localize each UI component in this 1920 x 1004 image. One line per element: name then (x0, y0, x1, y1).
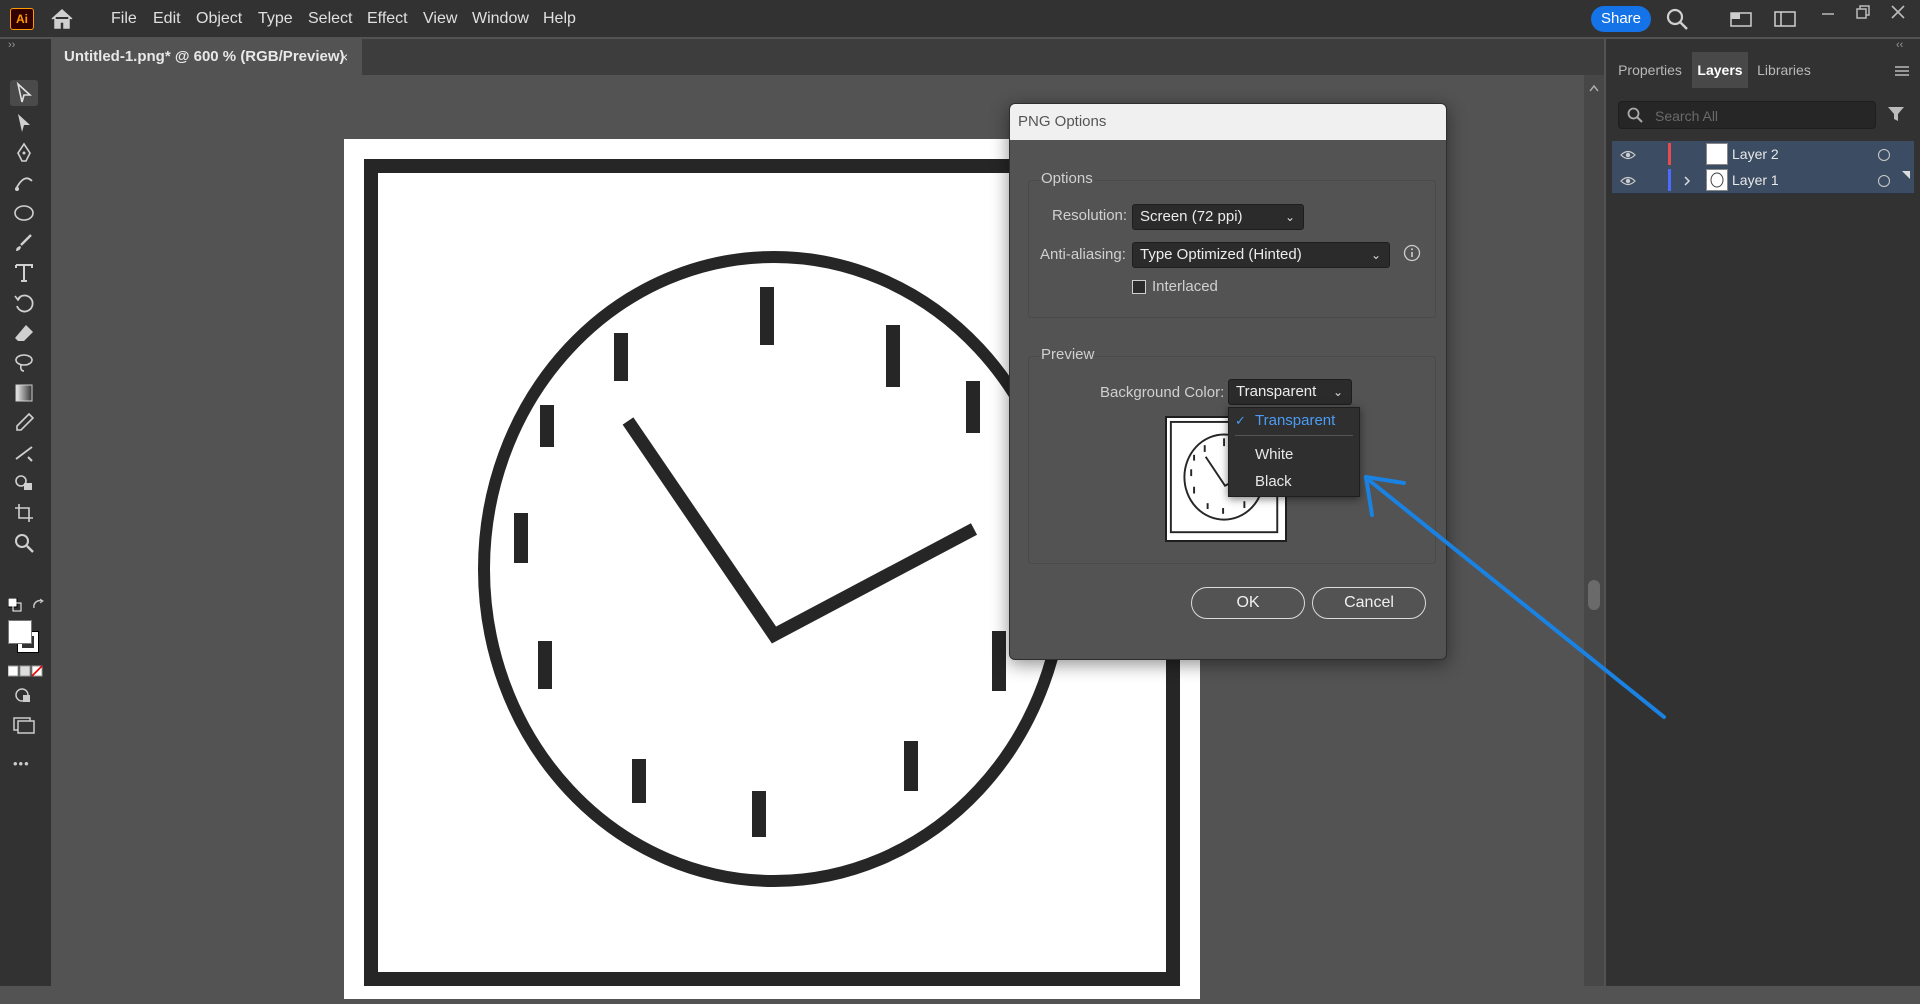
antialias-value: Type Optimized (Hinted) (1140, 246, 1302, 263)
interlaced-label[interactable]: Interlaced (1152, 278, 1218, 295)
resolution-label: Resolution: (1052, 207, 1128, 224)
lasso-tool-icon[interactable] (10, 350, 38, 376)
home-icon[interactable] (50, 8, 74, 30)
close-window-icon[interactable] (1890, 4, 1906, 20)
visibility-eye-icon[interactable] (1620, 148, 1636, 160)
dropdown-option-transparent[interactable]: Transparent (1229, 408, 1359, 434)
workspace-switcher-icon[interactable] (1774, 10, 1796, 28)
eraser-tool-icon[interactable] (10, 320, 38, 346)
target-circle-icon[interactable] (1878, 149, 1890, 161)
dropdown-option-white[interactable]: White (1229, 442, 1359, 468)
preview-group-label: Preview (1040, 346, 1096, 363)
layer-color-bar (1668, 169, 1671, 191)
type-tool-icon[interactable] (10, 260, 38, 286)
layers-search-box (1618, 101, 1876, 130)
dropdown-divider (1235, 435, 1353, 436)
fill-color-swatch[interactable] (8, 620, 32, 644)
search-icon[interactable] (1666, 8, 1688, 30)
visibility-eye-icon[interactable] (1620, 174, 1636, 186)
color-mode-icon[interactable] (7, 664, 44, 677)
scroll-up-icon[interactable] (1588, 80, 1600, 92)
layer-color-bar (1668, 143, 1671, 165)
default-colors-icon[interactable] (7, 597, 22, 612)
target-circle-icon[interactable] (1878, 175, 1890, 187)
collapse-panel-icon[interactable]: ›› (8, 39, 15, 51)
tab-libraries[interactable]: Libraries (1750, 52, 1818, 88)
filter-icon[interactable] (1887, 105, 1905, 123)
arrange-documents-icon[interactable] (1730, 10, 1752, 28)
close-tab-icon[interactable]: × (340, 39, 348, 75)
chevron-down-icon: ⌄ (1332, 385, 1343, 399)
menu-type[interactable]: Type (251, 0, 300, 37)
layers-search-icon (1627, 107, 1643, 123)
menu-window[interactable]: Window (465, 0, 536, 37)
zoom-tool-icon[interactable] (10, 530, 38, 556)
screen-mode-icon[interactable] (12, 716, 36, 734)
tab-layers[interactable]: Layers (1692, 52, 1748, 88)
background-color-select[interactable]: Transparent ⌄ (1228, 379, 1352, 405)
layer-name[interactable]: Layer 2 (1732, 141, 1779, 167)
menu-file[interactable]: File (104, 0, 144, 37)
layer-row-layer-2[interactable]: Layer 2 (1612, 141, 1914, 168)
expand-chevron-icon[interactable] (1682, 174, 1692, 186)
info-icon[interactable] (1403, 244, 1421, 262)
menu-edit[interactable]: Edit (146, 0, 188, 37)
menu-select[interactable]: Select (301, 0, 359, 37)
swap-colors-icon[interactable] (32, 598, 46, 612)
background-color-label: Background Color: (1100, 384, 1225, 401)
selection-tool-icon[interactable] (10, 80, 38, 106)
curvature-tool-icon[interactable] (10, 170, 38, 196)
blend-tool-icon[interactable] (10, 440, 38, 466)
dropdown-option-black[interactable]: Black (1229, 469, 1359, 495)
resolution-value: Screen (72 ppi) (1140, 208, 1243, 225)
dialog-title: PNG Options (1010, 104, 1446, 140)
pen-tool-icon[interactable] (10, 140, 38, 166)
eyedropper-tool-icon[interactable] (10, 410, 38, 436)
app-logo: Ai (10, 8, 34, 30)
panel-menu-icon[interactable] (1895, 64, 1909, 76)
ok-button[interactable]: OK (1191, 587, 1305, 619)
resolution-select[interactable]: Screen (72 ppi) ⌄ (1132, 204, 1304, 230)
chevron-down-icon: ⌄ (1284, 210, 1295, 224)
background-color-value: Transparent (1236, 383, 1317, 400)
layers-search-input[interactable] (1653, 102, 1867, 130)
menu-object[interactable]: Object (189, 0, 249, 37)
antialias-label: Anti-aliasing: (1040, 246, 1126, 263)
interlaced-checkbox[interactable] (1132, 280, 1146, 294)
menu-bar: Ai File Edit Object Type Select Effect V… (0, 0, 1920, 37)
selection-indicator-icon (1902, 166, 1910, 179)
tab-properties[interactable]: Properties (1608, 52, 1692, 88)
more-tools-icon[interactable]: ••• (13, 756, 30, 771)
annotation-arrow-icon (1364, 475, 1666, 719)
paintbrush-tool-icon[interactable] (10, 230, 38, 256)
direct-selection-tool-icon[interactable] (10, 110, 38, 136)
menu-view[interactable]: View (416, 0, 464, 37)
share-button[interactable]: Share (1591, 6, 1651, 32)
antialias-select[interactable]: Type Optimized (Hinted) ⌄ (1132, 242, 1390, 268)
rotate-tool-icon[interactable] (10, 290, 38, 316)
layer-thumbnail (1706, 143, 1728, 165)
document-tab-title[interactable]: Untitled-1.png* @ 600 % (RGB/Preview) (64, 39, 345, 75)
artboard-tool-icon[interactable] (10, 500, 38, 526)
live-paint-tool-icon[interactable] (10, 470, 38, 496)
menu-help[interactable]: Help (536, 0, 583, 37)
minimize-icon[interactable] (1820, 6, 1836, 22)
chevron-down-icon: ⌄ (1370, 248, 1381, 262)
collapse-right-panel-icon[interactable]: ‹‹ (1896, 39, 1903, 51)
restore-icon[interactable] (1855, 4, 1871, 20)
layer-name[interactable]: Layer 1 (1732, 167, 1779, 193)
gradient-tool-icon[interactable] (10, 380, 38, 406)
ellipse-tool-icon[interactable] (10, 200, 38, 226)
background-color-dropdown: ✓ Transparent White Black (1228, 407, 1360, 497)
options-group-label: Options (1040, 170, 1094, 187)
menu-effect[interactable]: Effect (360, 0, 415, 37)
layer-thumbnail (1706, 169, 1728, 191)
layer-row-layer-1[interactable]: Layer 1 (1612, 167, 1914, 194)
draw-mode-icon[interactable] (14, 686, 34, 704)
